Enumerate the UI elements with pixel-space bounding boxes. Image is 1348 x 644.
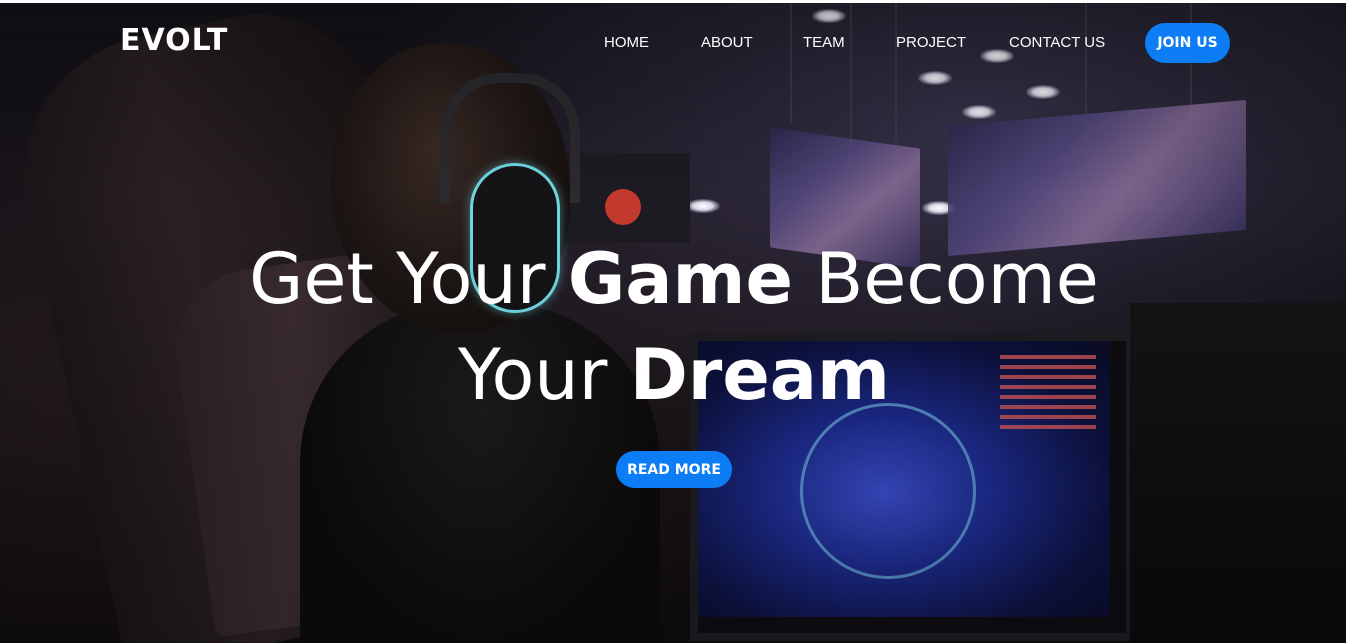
brand-logo[interactable]: EVOLT — [120, 23, 228, 58]
hero-text: Your — [458, 334, 630, 416]
nav-home[interactable]: HOME — [604, 34, 649, 51]
read-more-button[interactable]: READ MORE — [616, 451, 732, 488]
nav-about[interactable]: ABOUT — [701, 34, 753, 51]
hero-line-2: Your Dream — [458, 334, 890, 416]
nav-project[interactable]: PROJECT — [896, 34, 966, 51]
hero-text: Become — [792, 238, 1099, 320]
hero-section: EVOLT HOME ABOUT TEAM PROJECT CONTACT US… — [0, 0, 1348, 643]
nav-team[interactable]: TEAM — [803, 34, 845, 51]
hero-heading: Get Your Game Become Your Dream — [0, 231, 1346, 423]
join-us-button[interactable]: JOIN US — [1145, 23, 1230, 63]
hero-emphasis: Dream — [629, 334, 890, 416]
nav-contact-us[interactable]: CONTACT US — [1009, 34, 1105, 51]
hero-line-1: Get Your Game Become — [249, 238, 1099, 320]
hero-emphasis: Game — [567, 238, 793, 320]
hero-text: Get Your — [249, 238, 568, 320]
